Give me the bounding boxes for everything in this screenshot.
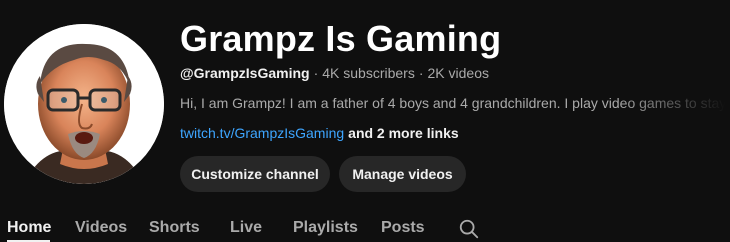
subscriber-count: 4K subscribers [322,65,415,81]
channel-meta: @GrampzIsGaming · 4K subscribers · 2K videos [180,65,489,81]
tab-videos[interactable]: Videos [75,219,127,237]
manage-videos-button[interactable]: Manage videos [339,156,466,192]
more-links[interactable]: and 2 more links [348,125,458,141]
channel-handle: @GrampzIsGaming [180,65,310,81]
tab-posts[interactable]: Posts [381,219,425,237]
channel-name: Grampz Is Gaming [180,18,502,59]
meta-separator: · [313,65,319,81]
customize-channel-button[interactable]: Customize channel [180,156,330,192]
avatar[interactable] [4,24,164,184]
tab-playlists[interactable]: Playlists [293,219,358,237]
channel-tabs: Home Videos Shorts Live Playlists Posts [0,212,730,242]
meta-separator: · [418,65,424,81]
channel-links: twitch.tv/GrampzIsGaming and 2 more links [180,125,459,141]
tab-shorts[interactable]: Shorts [149,219,200,237]
channel-link[interactable]: twitch.tv/GrampzIsGaming [180,125,344,141]
tab-home[interactable]: Home [7,219,51,237]
search-icon[interactable] [458,218,480,240]
video-count: 2K videos [427,65,489,81]
avatar-image [4,24,164,184]
tab-live[interactable]: Live [230,219,262,237]
channel-description[interactable]: Hi, I am Grampz! I am a father of 4 boys… [180,95,726,111]
